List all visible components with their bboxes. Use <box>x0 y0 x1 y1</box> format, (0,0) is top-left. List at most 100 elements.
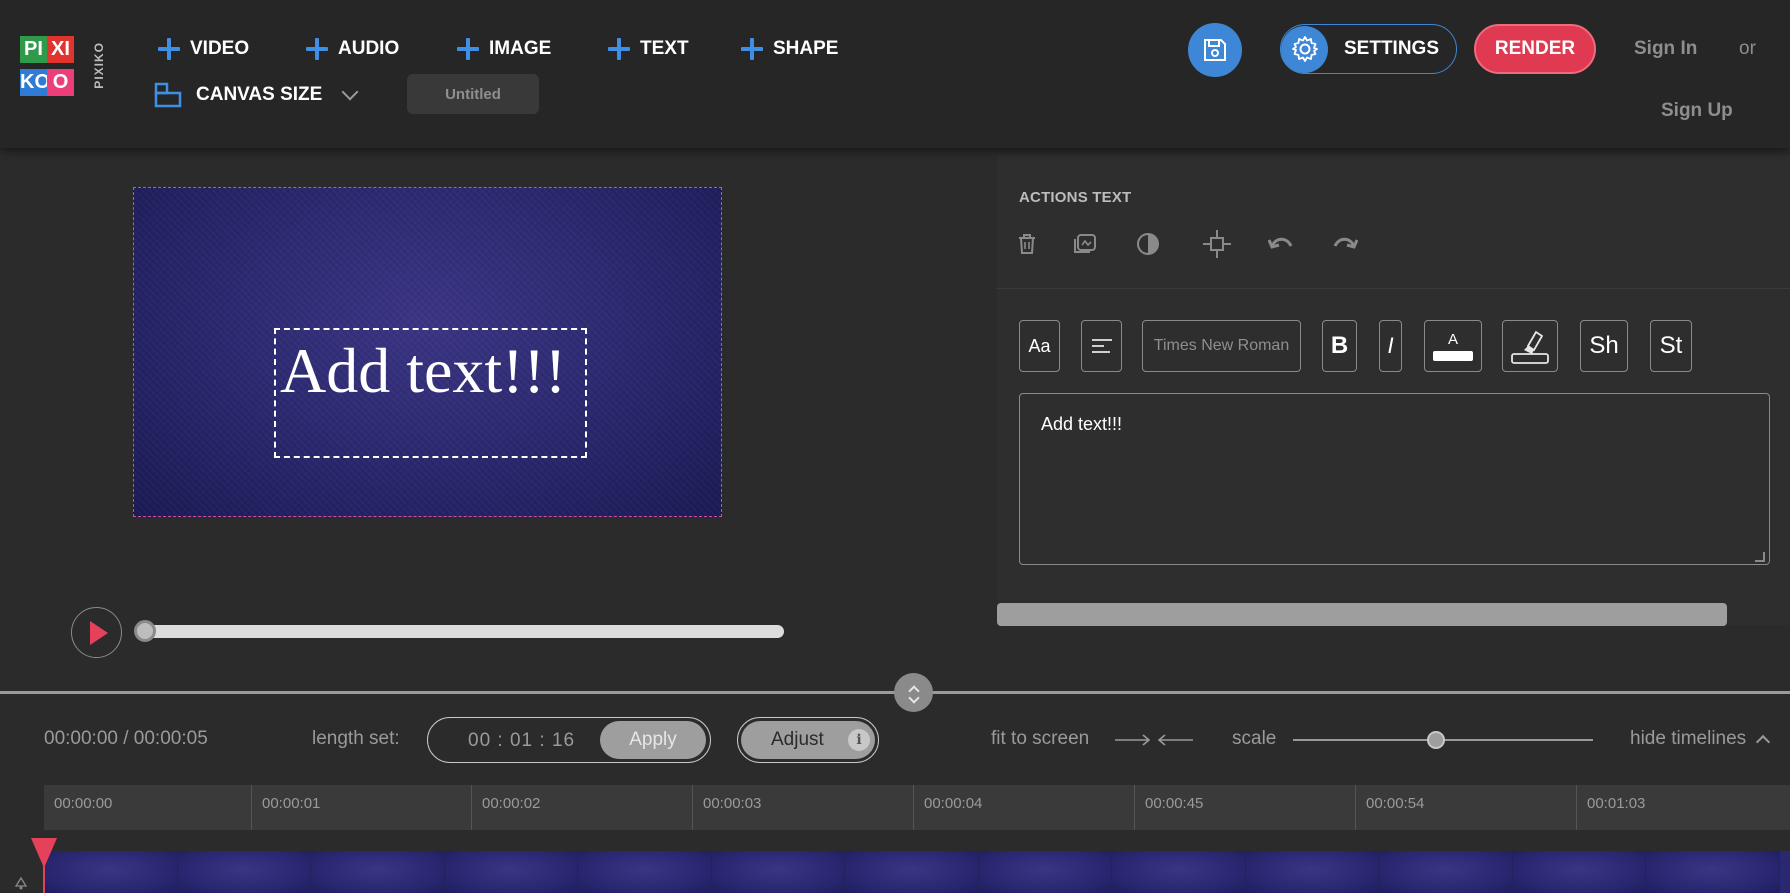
playhead[interactable] <box>31 838 57 893</box>
fit-to-screen-icon[interactable] <box>1113 730 1195 750</box>
copy-icon[interactable] <box>1069 228 1101 260</box>
text-actions-panel: ACTIONS TEXT Aa Times New Roman B I A Sh… <box>997 155 1790 626</box>
font-family-select[interactable]: Times New Roman <box>1142 320 1301 372</box>
add-video-label: VIDEO <box>190 38 250 59</box>
add-text-button[interactable]: TEXT <box>608 34 689 64</box>
resize-toggle-button[interactable] <box>894 673 933 712</box>
hide-timelines-label: hide timelines <box>1630 728 1747 749</box>
sign-in-link[interactable]: Sign In <box>1634 38 1697 60</box>
top-toolbar: PI XI KO O PIXIKO VIDEO AUDIO IMAGE TEXT… <box>0 0 1790 148</box>
track-frame <box>978 851 1112 893</box>
chevron-down-icon <box>341 83 359 101</box>
logo-tile-xi: XI <box>47 36 74 63</box>
logo-tile-o: O <box>47 69 74 96</box>
project-title-input[interactable] <box>407 74 539 114</box>
ruler-tick: 00:00:04 <box>913 785 982 830</box>
render-button[interactable]: RENDER <box>1474 24 1596 74</box>
chevron-down-icon <box>907 691 920 704</box>
ruler-tick: 00:00:01 <box>251 785 320 830</box>
plus-icon <box>608 38 630 60</box>
panel-title: ACTIONS TEXT <box>1019 189 1132 206</box>
length-set-label: length set: <box>312 728 400 749</box>
adjust-button[interactable]: Adjust i <box>741 721 875 759</box>
resize-grip-icon[interactable] <box>1755 552 1765 562</box>
track-frame <box>311 851 445 893</box>
add-audio-label: AUDIO <box>338 38 400 59</box>
plus-icon <box>457 38 479 60</box>
bold-button[interactable]: B <box>1322 320 1357 372</box>
trash-icon[interactable] <box>1011 228 1043 260</box>
chevron-up-icon <box>1756 734 1771 750</box>
settings-label: SETTINGS <box>1344 38 1440 59</box>
settings-button[interactable]: SETTINGS <box>1280 24 1457 74</box>
contrast-icon[interactable] <box>1132 228 1164 260</box>
hide-timelines-button[interactable]: hide timelines <box>1630 728 1771 750</box>
timeline-ruler[interactable]: 00:00:00 00:00:01 00:00:02 00:00:03 00:0… <box>44 785 1790 830</box>
gear-icon <box>1281 25 1328 73</box>
length-set-control: 00 : 01 : 16 Apply <box>427 717 711 763</box>
canvas-size-icon <box>154 82 182 108</box>
text-color-swatch <box>1433 350 1473 361</box>
track-marker-icon <box>14 876 28 890</box>
logo-tile-ko: KO <box>20 69 50 96</box>
video-track[interactable] <box>44 851 1790 893</box>
canvas-text-layer[interactable]: Add text!!! <box>274 328 587 458</box>
italic-button[interactable]: I <box>1379 320 1402 372</box>
add-shape-label: SHAPE <box>773 38 839 59</box>
plus-icon <box>158 38 180 60</box>
stroke-button[interactable]: St <box>1650 320 1692 372</box>
panel-divider <box>997 288 1790 289</box>
pixiko-logo[interactable]: PI XI KO O PIXIKO <box>20 36 112 102</box>
playback-progress-bar[interactable] <box>139 625 784 638</box>
text-content-input[interactable]: Add text!!! <box>1019 393 1770 565</box>
track-frame <box>1512 851 1646 893</box>
track-frame <box>578 851 712 893</box>
fit-to-screen-button[interactable]: fit to screen <box>991 728 1089 750</box>
apply-button[interactable]: Apply <box>600 721 706 759</box>
add-shape-button[interactable]: SHAPE <box>741 34 838 64</box>
shadow-button[interactable]: Sh <box>1580 320 1628 372</box>
align-left-icon <box>1091 339 1112 353</box>
timecode-display: 00:00:00 / 00:00:05 <box>44 728 208 749</box>
undo-icon[interactable] <box>1265 228 1297 260</box>
track-frame <box>711 851 845 893</box>
add-image-label: IMAGE <box>489 38 552 59</box>
font-case-button[interactable]: Aa <box>1019 320 1060 372</box>
adjust-label: Adjust <box>771 729 824 750</box>
center-icon[interactable] <box>1201 228 1233 260</box>
add-image-button[interactable]: IMAGE <box>457 34 551 64</box>
add-text-label: TEXT <box>640 38 689 59</box>
length-set-input[interactable]: 00 : 01 : 16 <box>468 730 575 752</box>
track-frame <box>444 851 578 893</box>
ruler-tick: 00:01:03 <box>1576 785 1645 830</box>
canvas-text: Add text!!! <box>280 335 567 406</box>
track-frame <box>44 851 178 893</box>
ruler-tick: 00:00:45 <box>1134 785 1203 830</box>
ruler-tick: 00:00:54 <box>1355 785 1424 830</box>
scale-slider-thumb[interactable] <box>1427 731 1445 749</box>
text-color-button[interactable]: A <box>1424 320 1482 372</box>
ruler-tick: 00:00:02 <box>471 785 540 830</box>
canvas-preview[interactable]: Add text!!! <box>133 187 722 517</box>
or-separator: or <box>1739 38 1756 59</box>
text-align-button[interactable] <box>1081 320 1122 372</box>
playback-progress-thumb[interactable] <box>134 620 156 642</box>
save-button[interactable] <box>1188 23 1242 77</box>
track-frame <box>1112 851 1246 893</box>
logo-wordmark: PIXIKO <box>92 42 106 89</box>
add-video-button[interactable]: VIDEO <box>158 34 249 64</box>
highlighter-icon <box>1511 330 1549 364</box>
redo-icon[interactable] <box>1329 228 1361 260</box>
sign-up-link[interactable]: Sign Up <box>1661 100 1733 122</box>
save-icon <box>1204 39 1226 61</box>
track-frame <box>1379 851 1513 893</box>
track-frame <box>1245 851 1379 893</box>
panel-scrollbar[interactable] <box>997 603 1727 626</box>
play-button[interactable] <box>71 607 122 658</box>
track-frame <box>845 851 979 893</box>
highlight-color-button[interactable] <box>1502 320 1558 372</box>
canvas-size-dropdown[interactable]: CANVAS SIZE <box>154 80 359 110</box>
add-audio-button[interactable]: AUDIO <box>306 34 399 64</box>
info-icon[interactable]: i <box>848 729 870 751</box>
ruler-tick: 00:00:03 <box>692 785 761 830</box>
